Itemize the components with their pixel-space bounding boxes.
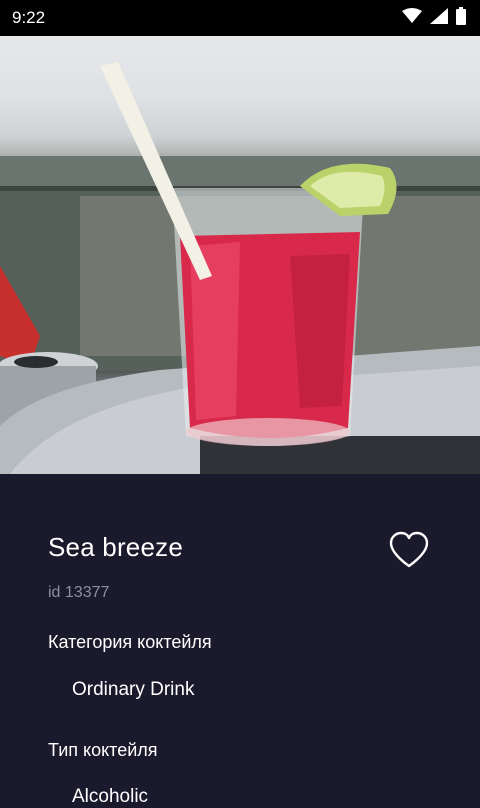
drink-name: Sea breeze [48,532,183,562]
category-label: Категория коктейля [48,632,212,652]
type-label: Тип коктейля [48,740,158,760]
status-bar: 9:22 [0,0,480,36]
drink-id: id 13377 [48,584,110,601]
battery-icon [456,6,466,30]
type-value: Alcoholic [72,786,149,807]
status-time: 9:22 [12,8,46,27]
wifi-icon [402,7,422,29]
status-icons [402,6,466,30]
cocktail-image [0,36,480,474]
cocktail-photo [0,62,480,474]
drink-details: Sea breeze id 13377 Категория коктейля O… [0,474,480,807]
favorite-button[interactable] [386,530,432,574]
heart-outline-icon [388,531,430,574]
category-value: Ordinary Drink [72,679,195,700]
cell-signal-icon [430,7,448,29]
